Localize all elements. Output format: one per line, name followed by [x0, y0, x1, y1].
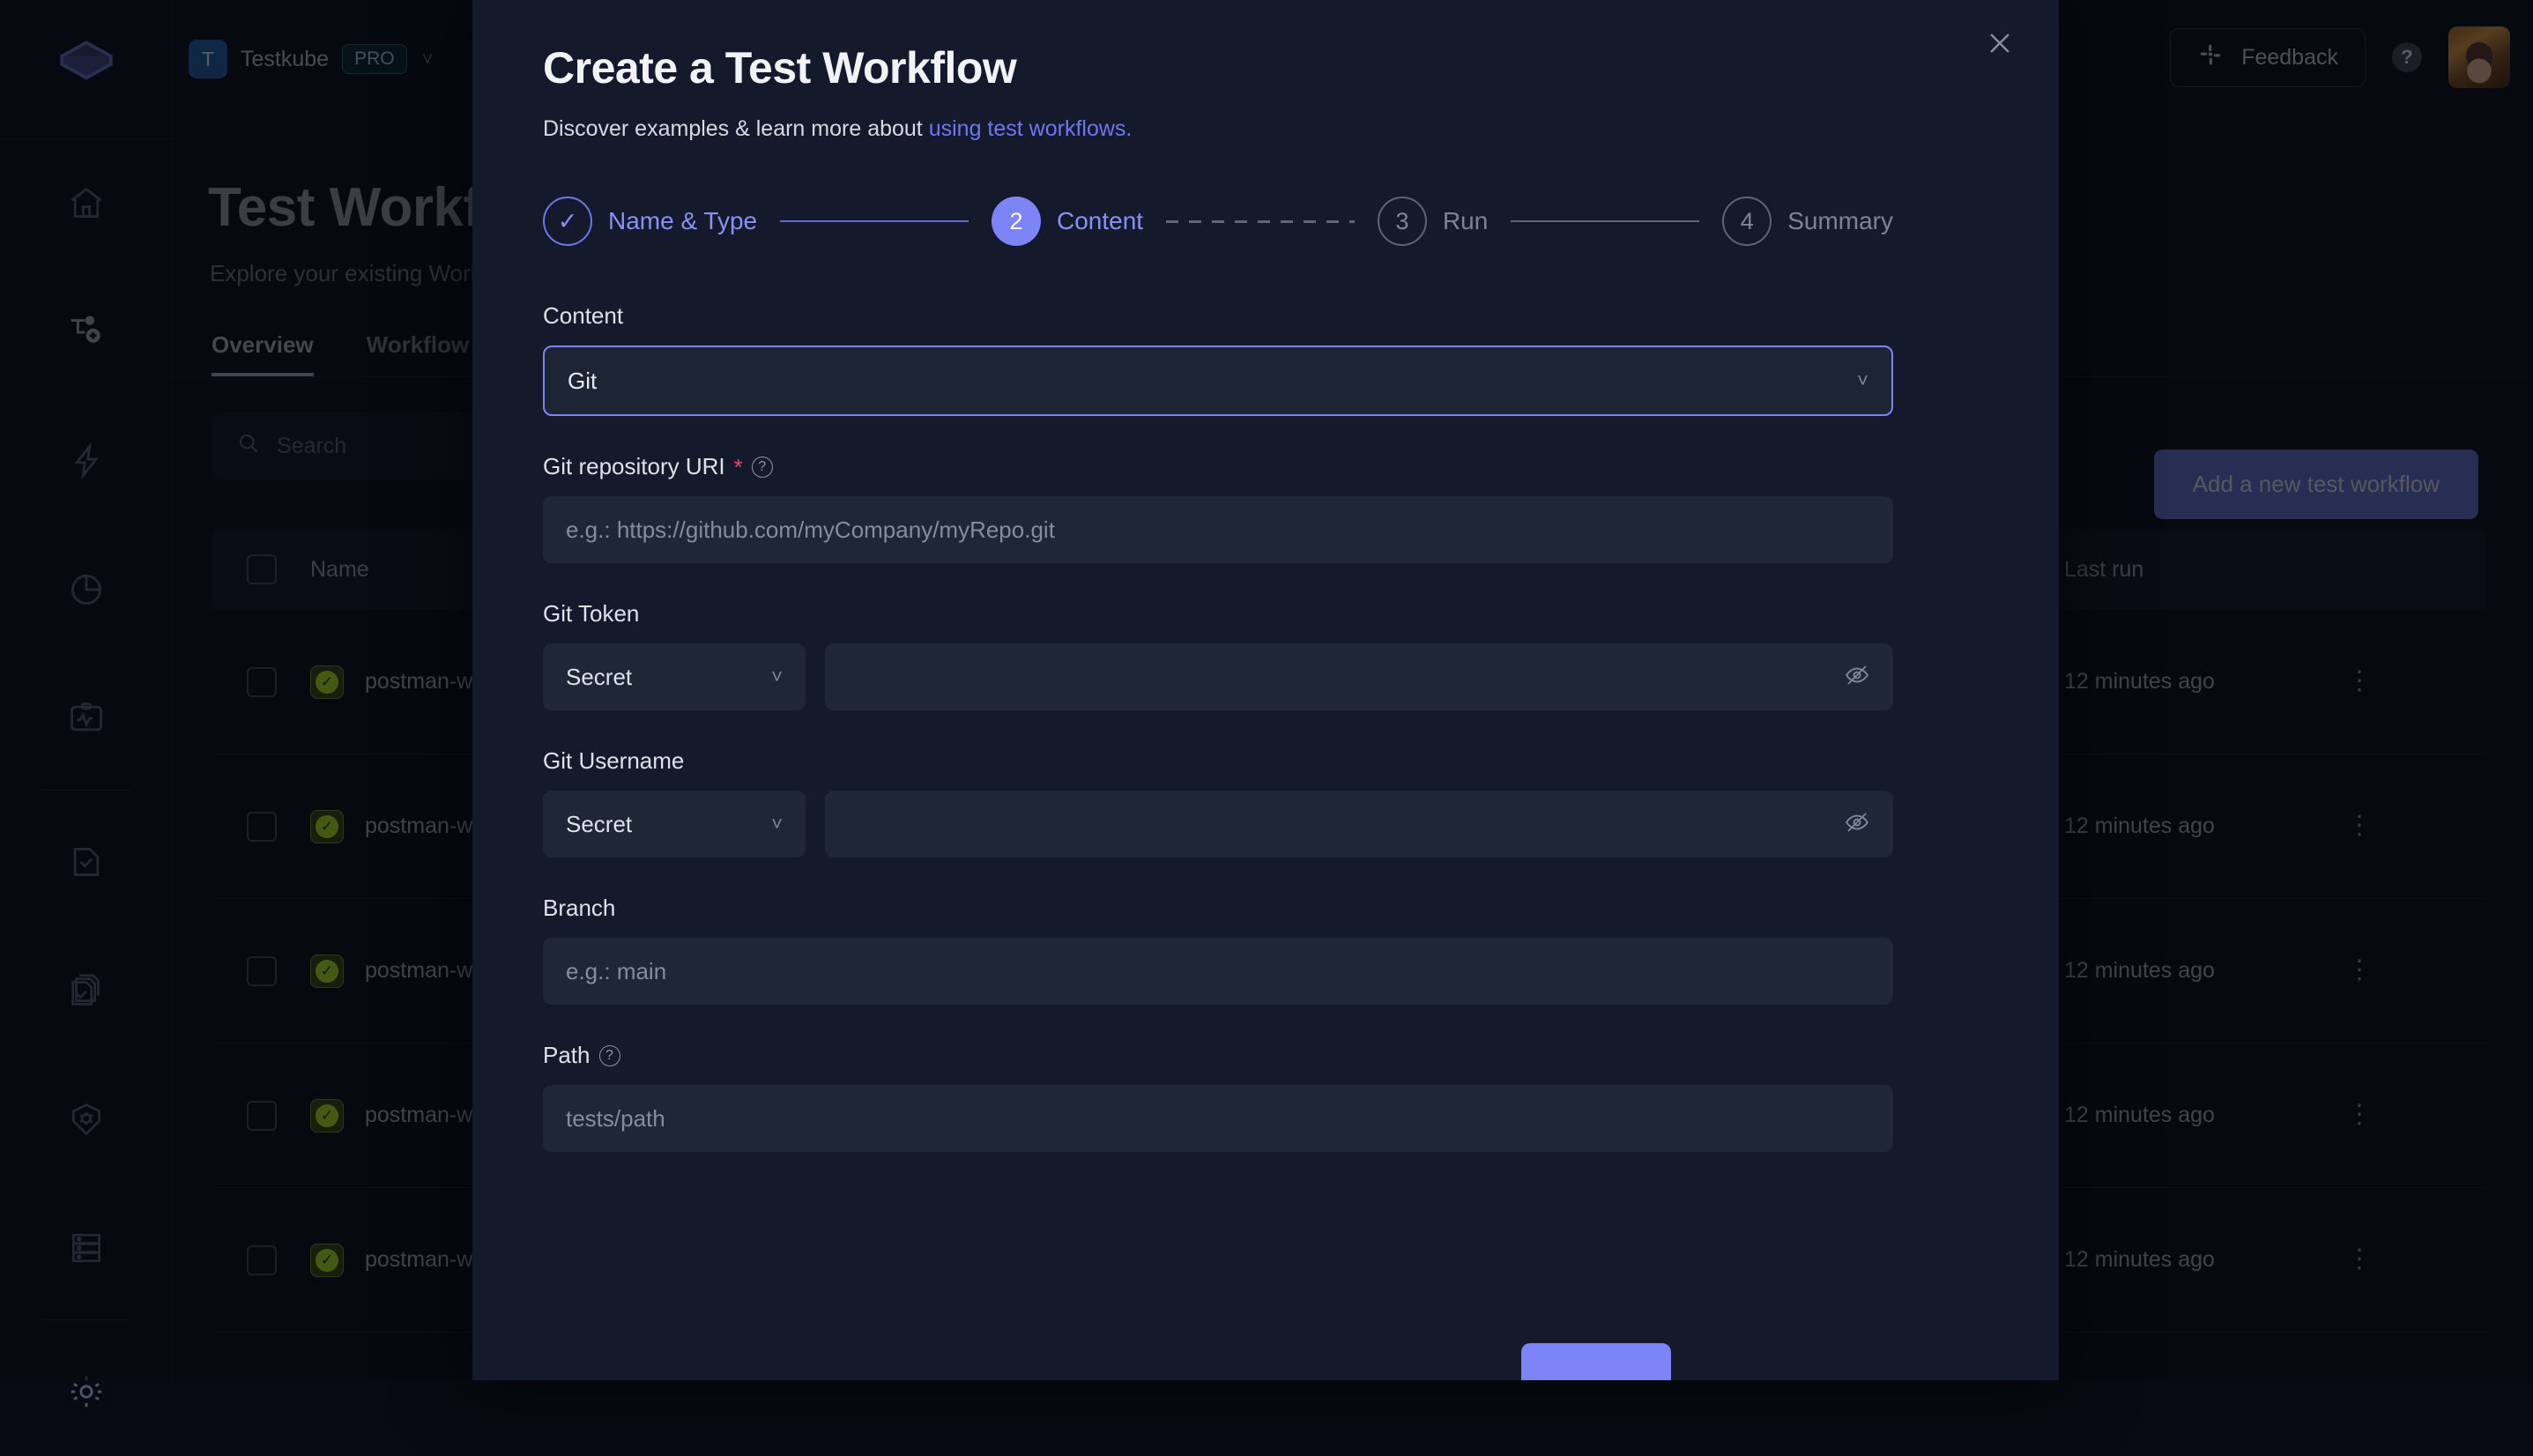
content-step-form: Content Git ˅ Git repository URI * ? e.g… — [543, 302, 1893, 1152]
step-connector-1 — [780, 220, 969, 222]
step-label: Name & Type — [608, 207, 757, 235]
git-token-source-value: Secret — [566, 664, 632, 691]
git-username-source-value: Secret — [566, 811, 632, 838]
step-summary[interactable]: 4 Summary — [1722, 197, 1893, 246]
step-label: Summary — [1787, 207, 1893, 235]
step-label: Content — [1057, 207, 1143, 235]
git-token-source-select[interactable]: Secret ˅ — [543, 643, 806, 710]
step-connector-2 — [1166, 220, 1355, 223]
test-workflows-doc-link[interactable]: using test workflows. — [929, 116, 1133, 141]
field-path: Path ? tests/path — [543, 1042, 1893, 1152]
create-test-workflow-modal: Create a Test Workflow Discover examples… — [472, 0, 2059, 1380]
git-repo-uri-input[interactable]: e.g.: https://github.com/myCompany/myRep… — [543, 496, 1893, 563]
modal-title: Create a Test Workflow — [543, 42, 1893, 93]
step-marker-check-icon: ✓ — [543, 197, 592, 246]
git-username-label: Git Username — [543, 747, 1893, 775]
branch-input[interactable]: e.g.: main — [543, 938, 1893, 1005]
path-label-text: Path — [543, 1042, 591, 1069]
field-git-repository-uri: Git repository URI * ? e.g.: https://git… — [543, 453, 1893, 563]
step-label: Run — [1443, 207, 1488, 235]
modal-description-text: Discover examples & learn more about — [543, 116, 929, 141]
content-type-value: Git — [568, 368, 597, 395]
git-username-input[interactable] — [825, 791, 1893, 858]
git-token-label-text: Git Token — [543, 600, 639, 628]
git-repo-uri-placeholder: e.g.: https://github.com/myCompany/myRep… — [566, 516, 1055, 544]
path-input[interactable]: tests/path — [543, 1085, 1893, 1152]
step-connector-3 — [1511, 220, 1699, 222]
chevron-down-icon: ˅ — [771, 813, 783, 836]
field-git-username: Git Username Secret ˅ — [543, 747, 1893, 858]
path-placeholder: tests/path — [566, 1105, 665, 1133]
branch-placeholder: e.g.: main — [566, 958, 666, 985]
git-repo-uri-label: Git repository URI * ? — [543, 453, 1893, 480]
field-git-token: Git Token Secret ˅ — [543, 600, 1893, 710]
git-username-label-text: Git Username — [543, 747, 684, 775]
modal-description: Discover examples & learn more about usi… — [543, 116, 1893, 142]
help-circle-icon[interactable]: ? — [599, 1045, 620, 1066]
field-branch: Branch e.g.: main — [543, 895, 1893, 1005]
modal-next-button[interactable] — [1521, 1343, 1671, 1380]
step-marker-2: 2 — [992, 197, 1041, 246]
field-content: Content Git ˅ — [543, 302, 1893, 416]
step-content[interactable]: 2 Content — [992, 197, 1143, 246]
step-marker-3: 3 — [1378, 197, 1427, 246]
chevron-down-icon: ˅ — [771, 665, 783, 688]
branch-label: Branch — [543, 895, 1893, 922]
branch-label-text: Branch — [543, 895, 615, 922]
content-label-text: Content — [543, 302, 623, 330]
step-run[interactable]: 3 Run — [1378, 197, 1488, 246]
close-icon[interactable] — [1976, 19, 2024, 67]
git-repo-uri-label-text: Git repository URI — [543, 453, 725, 480]
step-name-and-type[interactable]: ✓ Name & Type — [543, 197, 757, 246]
git-username-source-select[interactable]: Secret ˅ — [543, 791, 806, 858]
step-marker-4: 4 — [1722, 197, 1772, 246]
chevron-down-icon: ˅ — [1857, 369, 1868, 392]
eye-slash-icon[interactable] — [1844, 809, 1870, 840]
help-circle-icon[interactable]: ? — [752, 457, 773, 478]
content-label: Content — [543, 302, 1893, 330]
content-type-select[interactable]: Git ˅ — [543, 345, 1893, 416]
path-label: Path ? — [543, 1042, 1893, 1069]
eye-slash-icon[interactable] — [1844, 662, 1870, 693]
wizard-stepper: ✓ Name & Type 2 Content 3 Run 4 Summary — [543, 197, 1893, 246]
required-asterisk: * — [734, 456, 743, 479]
git-token-input[interactable] — [825, 643, 1893, 710]
git-token-label: Git Token — [543, 600, 1893, 628]
